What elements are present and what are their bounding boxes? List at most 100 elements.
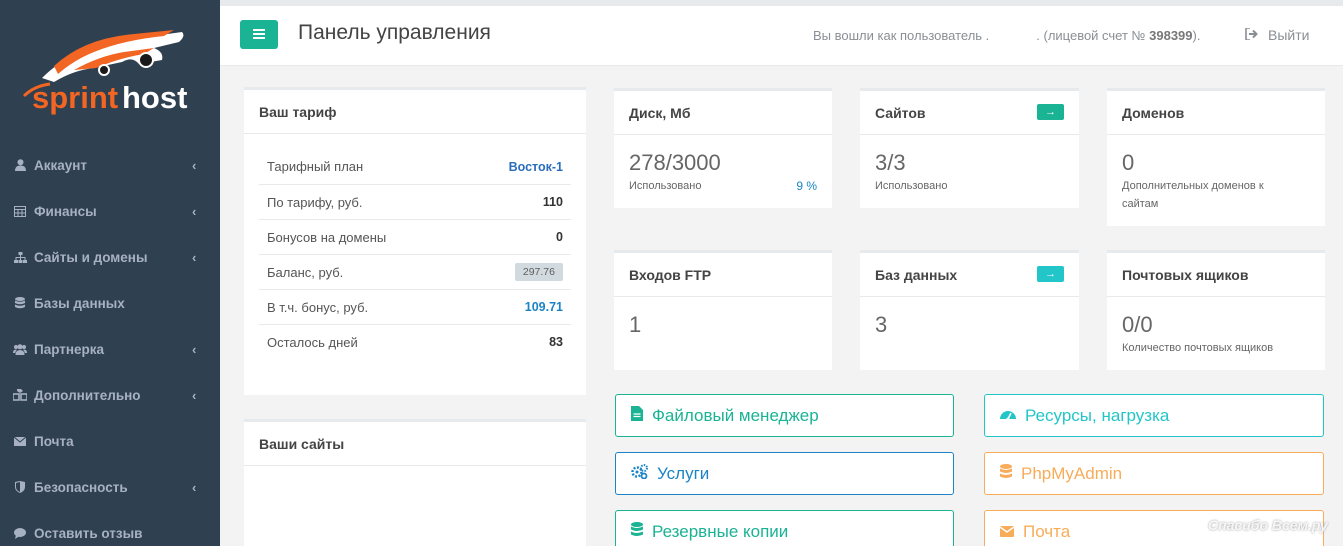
databases-go-button[interactable]: → — [1037, 266, 1064, 282]
databases-title-label: Баз данных — [875, 266, 958, 283]
sidebar-item-label: Аккаунт — [34, 157, 88, 173]
arrow-right-icon: → — [1045, 268, 1056, 280]
chevron-left-icon: ‹ — [192, 203, 197, 219]
sites-stat-title: Сайтов → — [860, 91, 1079, 135]
backups-button[interactable]: Резервные копии — [615, 510, 954, 546]
tariff-title: Ваш тариф — [244, 90, 586, 134]
services-button[interactable]: Услуги — [615, 452, 954, 495]
mailboxes-caption: Количество почтовых ящиков — [1122, 342, 1274, 354]
sidebar-item-databases[interactable]: Базы данных — [0, 283, 220, 323]
database-icon — [631, 521, 652, 542]
logo-text-host: host — [122, 80, 187, 115]
sidebar-item-security[interactable]: Безопасность ‹ — [0, 467, 220, 507]
sidebar-item-mail[interactable]: Почта — [0, 421, 220, 461]
user-icon — [13, 159, 27, 171]
ftp-content: 1 — [614, 297, 832, 349]
file-icon — [631, 405, 652, 426]
user-info: Вы вошли как пользователь . . (лицевой с… — [813, 28, 1200, 43]
logo-text-sprint: sprint — [32, 80, 118, 115]
tariff-value: 0 — [556, 230, 563, 244]
file-manager-button[interactable]: Файловый менеджер — [615, 394, 954, 437]
sidebar-item-finance[interactable]: Финансы ‹ — [0, 191, 220, 231]
sidebar-item-label: Оставить отзыв — [34, 525, 143, 541]
tariff-label: В т.ч. бонус, руб. — [267, 299, 369, 315]
sites-go-button[interactable]: → — [1037, 104, 1064, 120]
sidebar-item-sites-domains[interactable]: Сайты и домены ‹ — [0, 237, 220, 277]
table-row: Бонусов на домены 0 — [259, 219, 571, 254]
sidebar-item-label: Почта — [34, 433, 74, 449]
database-icon — [13, 297, 27, 309]
users-icon — [13, 343, 27, 355]
tariff-value: 110 — [542, 195, 563, 209]
domains-stat-panel: Доменов 0 Дополнительных доменов к сайта… — [1107, 88, 1325, 226]
mailboxes-stat-panel: Почтовых ящиков 0/0 Количество почтовых … — [1107, 250, 1325, 370]
tariff-value: 109.71 — [524, 300, 563, 314]
resources-label: Ресурсы, нагрузка — [1025, 405, 1170, 425]
user-prefix: Вы вошли как пользователь . — [813, 28, 990, 43]
sidebar-item-account[interactable]: Аккаунт ‹ — [0, 145, 220, 185]
dashboard-gauge-icon — [1000, 406, 1025, 426]
balance-badge: 297.76 — [514, 263, 563, 281]
sidebar-item-label: Партнерка — [34, 341, 105, 357]
databases-value: 3 — [875, 312, 888, 337]
tariff-label: Тарифный план — [267, 159, 364, 174]
databases-stat-title: Баз данных → — [860, 253, 1079, 297]
table-icon — [13, 205, 27, 217]
tariff-plan-link[interactable]: Восток-1 — [509, 160, 563, 174]
phpmyadmin-label: PhpMyAdmin — [1021, 463, 1123, 483]
envelope-icon — [13, 436, 27, 446]
disk-content: 278/3000 Использовано 9 % — [614, 135, 832, 205]
backups-label: Резервные копии — [652, 521, 789, 541]
hamburger-icon — [253, 26, 265, 44]
mailboxes-title: Почтовых ящиков — [1107, 253, 1325, 297]
disk-title: Диск, Мб — [614, 91, 832, 135]
phpmyadmin-button[interactable]: PhpMyAdmin — [984, 452, 1324, 495]
comment-icon — [13, 527, 27, 539]
sidebar-item-feedback[interactable]: Оставить отзыв — [0, 513, 220, 546]
logout-button[interactable]: Выйти — [1245, 27, 1309, 43]
domains-caption: Дополнительных доменов к сайтам — [1122, 180, 1264, 210]
watermark: Спасибо Всем.ру — [1208, 517, 1328, 533]
menu-toggle-button[interactable] — [240, 20, 278, 49]
tariff-value: 83 — [549, 335, 563, 349]
sites-panel-content — [244, 466, 586, 486]
table-row: Осталось дней 83 — [259, 324, 571, 359]
top-header: Панель управления Вы вошли как пользоват… — [220, 0, 1343, 66]
services-label: Услуги — [657, 463, 710, 483]
ftp-title: Входов FTP — [614, 253, 832, 297]
table-row: По тарифу, руб. 110 — [259, 184, 571, 219]
tariff-label: Осталось дней — [267, 334, 358, 350]
sites-title-label: Сайтов — [875, 104, 926, 121]
domains-title: Доменов — [1107, 91, 1325, 135]
arrow-right-icon: → — [1045, 106, 1056, 118]
chevron-left-icon: ‹ — [192, 341, 197, 357]
sign-out-icon — [1245, 27, 1268, 43]
mailboxes-value: 0/0 — [1122, 312, 1153, 337]
disk-caption-text: Использовано — [629, 180, 702, 192]
sites-panel-title: Ваши сайты — [244, 422, 586, 466]
tariff-panel: Ваш тариф Тарифный план Восток-1 По тари… — [244, 87, 586, 395]
domains-content: 0 Дополнительных доменов к сайтам — [1107, 135, 1325, 223]
mail-label: Почта — [1023, 521, 1071, 541]
sidebar-item-label: Дополнительно — [34, 387, 141, 403]
disk-stat-panel: Диск, Мб 278/3000 Использовано 9 % — [614, 88, 832, 208]
resources-button[interactable]: Ресурсы, нагрузка — [984, 394, 1324, 437]
chevron-left-icon: ‹ — [192, 479, 197, 495]
tariff-label: По тарифу, руб. — [267, 194, 363, 210]
sidebar-item-label: Финансы — [34, 203, 97, 219]
sprinthost-logo[interactable]: sprint host — [14, 26, 209, 118]
sites-stat-content: 3/3 Использовано — [860, 135, 1079, 205]
tariff-table: Тарифный план Восток-1 По тарифу, руб. 1… — [244, 134, 586, 369]
sidebar-item-label: Базы данных — [34, 295, 125, 311]
sidebar-item-partners[interactable]: Партнерка ‹ — [0, 329, 220, 369]
envelope-icon — [999, 522, 1023, 542]
tariff-label: Баланс, руб. — [267, 264, 344, 280]
mailboxes-content: 0/0 Количество почтовых ящиков — [1107, 297, 1325, 367]
cubes-icon — [13, 389, 27, 401]
sites-stat-panel: Сайтов → 3/3 Использовано — [860, 88, 1079, 208]
ftp-stat-panel: Входов FTP 1 — [614, 250, 832, 370]
file-manager-label: Файловый менеджер — [652, 405, 819, 425]
sidebar-item-label: Сайты и домены — [34, 249, 148, 265]
table-row: Баланс, руб. 297.76 — [259, 254, 571, 289]
sidebar-item-extra[interactable]: Дополнительно ‹ — [0, 375, 220, 415]
